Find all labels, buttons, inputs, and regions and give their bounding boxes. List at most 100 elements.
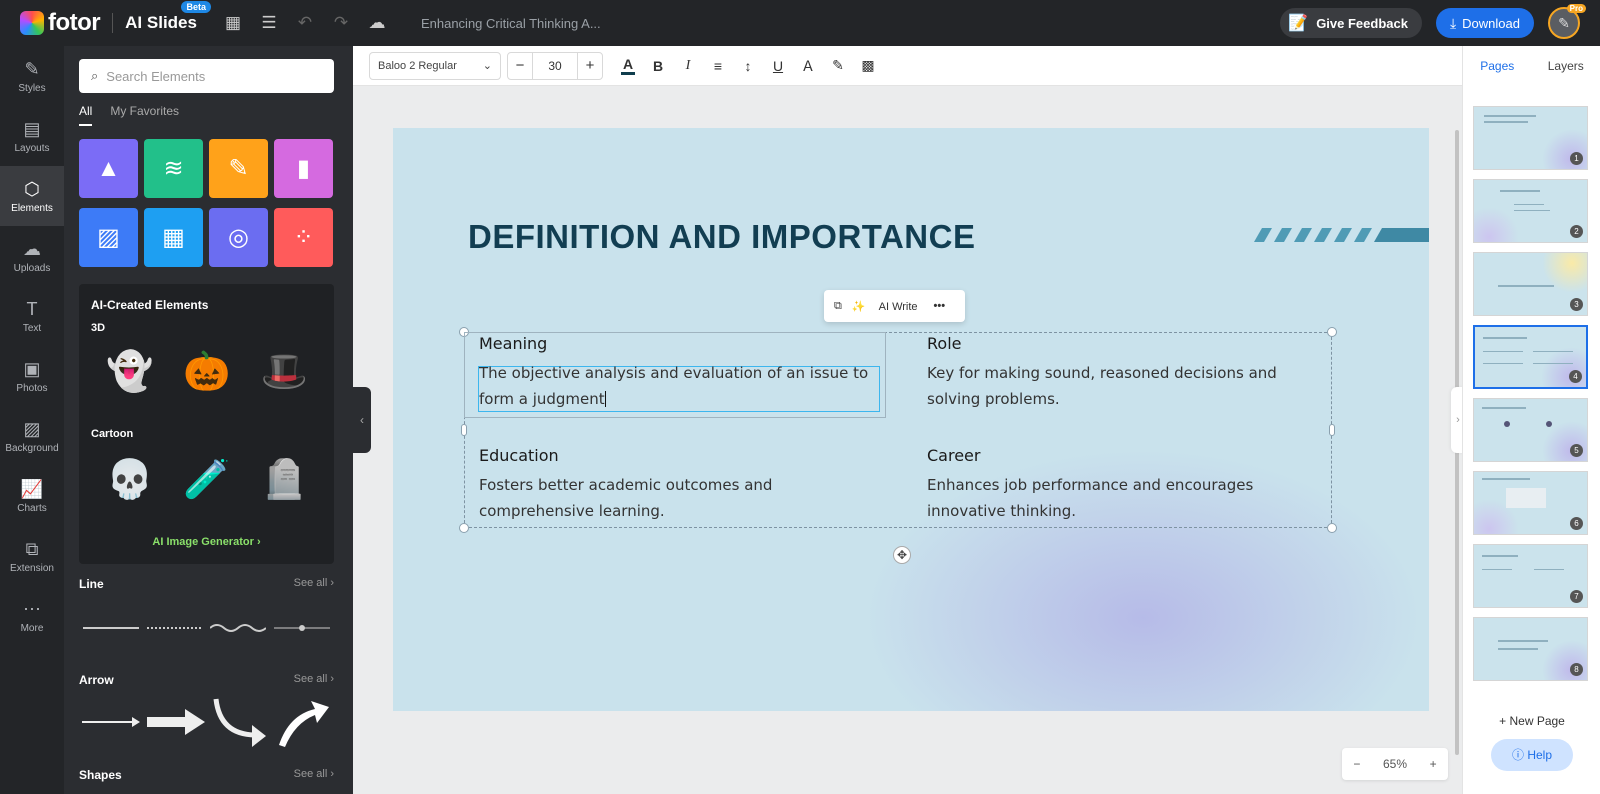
zoom-in-button[interactable]: + [1430, 757, 1437, 771]
potion-sticker[interactable]: 🧪 [179, 452, 235, 508]
skeleton-sticker[interactable]: 💀 [102, 452, 158, 508]
undo-icon[interactable]: ↶ [287, 0, 323, 46]
rail-item-uploads[interactable]: ☁ Uploads [0, 226, 64, 286]
ornament-line-sample[interactable] [274, 622, 331, 634]
edit-box-icon[interactable]: ⧉ [834, 300, 842, 313]
resize-handle[interactable] [1327, 327, 1337, 337]
curved-arrow-sample[interactable] [212, 695, 268, 749]
document-title[interactable]: Enhancing Critical Thinking A... [421, 16, 601, 31]
slide-canvas[interactable]: DEFINITION AND IMPORTANCE ⧉ ✨ AI Write •… [393, 128, 1429, 711]
text-color-button[interactable]: A [613, 56, 643, 75]
letter-case-icon[interactable]: Ａ [793, 56, 823, 76]
resize-handle[interactable] [1327, 523, 1337, 533]
line-spacing-icon[interactable]: ↕ [733, 58, 763, 74]
page-thumbnail[interactable]: 7 [1473, 544, 1588, 608]
item-body[interactable]: Key for making sound, reasoned decisions… [927, 360, 1317, 412]
pumpkin-sticker[interactable]: 🎃 [179, 344, 235, 400]
transparency-icon[interactable]: ▩ [853, 57, 883, 74]
help-button[interactable]: ⓘ Help [1491, 739, 1573, 771]
rail-item-text[interactable]: T Text [0, 286, 64, 346]
tab-layers[interactable]: Layers [1532, 46, 1600, 86]
zoom-level[interactable]: 65% [1383, 757, 1407, 771]
witch-hat-sticker[interactable]: 🎩 [256, 344, 312, 400]
icons-category-tile[interactable]: ▮ [274, 139, 333, 198]
text-styles-category-tile[interactable]: ≋ [144, 139, 203, 198]
rail-item-elements[interactable]: ⬡ Elements [0, 166, 64, 226]
search-elements-input[interactable]: ⌕ Search Elements [79, 59, 334, 93]
font-size-input[interactable]: 30 [532, 52, 578, 79]
patterns-category-tile[interactable]: ⁘ [274, 208, 333, 267]
thin-arrow-sample[interactable] [82, 712, 141, 732]
block-arrow-sample[interactable] [147, 709, 206, 735]
align-icon[interactable]: ≡ [703, 58, 733, 74]
shapes-category-tile[interactable]: ▲ [79, 139, 138, 198]
bold-button[interactable]: B [643, 58, 673, 74]
item-body[interactable]: Fosters better academic outcomes and com… [479, 472, 881, 524]
frames-category-tile[interactable]: ▦ [144, 208, 203, 267]
resize-handle[interactable] [461, 424, 467, 436]
fotor-logo[interactable]: fotor [20, 9, 101, 37]
line-see-all-link[interactable]: See all › [294, 577, 334, 591]
tab-pages[interactable]: Pages [1463, 46, 1532, 86]
item-body-editing[interactable]: The objective analysis and evaluation of… [479, 360, 881, 412]
cloud-save-icon[interactable]: ☁ [359, 0, 395, 46]
page-thumbnail[interactable]: 3 [1473, 252, 1588, 316]
zoom-out-button[interactable]: − [1353, 757, 1360, 771]
ai-write-button[interactable]: ✨ AI Write [852, 300, 918, 313]
download-button[interactable]: ⤓ Download [1435, 8, 1534, 38]
page-thumbnail[interactable]: 1 [1473, 106, 1588, 170]
highlight-icon[interactable]: ✎ [823, 57, 853, 74]
images-category-tile[interactable]: ▨ [79, 208, 138, 267]
item-heading[interactable]: Career [927, 446, 980, 465]
dotted-line-sample[interactable] [146, 622, 203, 634]
rail-item-layouts[interactable]: ▤ Layouts [0, 106, 64, 166]
increase-size-button[interactable]: + [578, 57, 602, 74]
rail-item-styles[interactable]: ✎ Styles [0, 46, 64, 106]
user-avatar[interactable]: ✎ Pro [1548, 4, 1586, 39]
rail-item-extension[interactable]: ⧉ Extension [0, 526, 64, 586]
shapes-see-all-link[interactable]: See all › [294, 768, 334, 782]
brush-category-tile[interactable]: ✎ [209, 139, 268, 198]
rail-label: Elements [11, 202, 53, 214]
redo-icon[interactable]: ↷ [323, 0, 359, 46]
panel-collapse-handle[interactable]: ‹ [353, 387, 371, 453]
item-heading[interactable]: Role [927, 334, 961, 353]
rail-item-photos[interactable]: ▣ Photos [0, 346, 64, 406]
apps-grid-icon[interactable]: ▦ [215, 0, 251, 46]
ai-image-generator-link[interactable]: AI Image Generator › [79, 536, 334, 548]
item-heading[interactable]: Education [479, 446, 559, 465]
resize-handle[interactable] [459, 523, 469, 533]
tombstone-sticker[interactable]: 🪦 [256, 452, 312, 508]
page-thumbnail[interactable]: 6 [1473, 471, 1588, 535]
page-thumbnail[interactable]: 5 [1473, 398, 1588, 462]
decrease-size-button[interactable]: − [508, 57, 532, 74]
tab-all[interactable]: All [79, 104, 93, 126]
font-family-select[interactable]: Baloo 2 Regular ⌄ [369, 51, 501, 80]
resize-handle[interactable] [1329, 424, 1335, 436]
item-heading[interactable]: Meaning [479, 334, 547, 353]
wavy-line-sample[interactable] [210, 622, 267, 634]
underline-button[interactable]: U [763, 58, 793, 74]
slide-title[interactable]: DEFINITION AND IMPORTANCE [468, 218, 975, 256]
page-thumbnail[interactable]: 2 [1473, 179, 1588, 243]
give-feedback-button[interactable]: 📝 Give Feedback [1280, 8, 1422, 38]
lines-icon: ≋ [163, 155, 184, 182]
item-body[interactable]: Enhances job performance and encourages … [927, 472, 1317, 524]
tab-my-favorites[interactable]: My Favorites [110, 104, 179, 126]
move-handle-icon[interactable]: ✥ [893, 546, 911, 564]
menu-icon[interactable]: ☰ [251, 0, 287, 46]
page-thumbnail[interactable]: 8 [1473, 617, 1588, 681]
solid-line-sample[interactable] [82, 622, 139, 634]
search-placeholder: Search Elements [106, 68, 206, 84]
sweep-arrow-sample[interactable] [275, 695, 331, 749]
new-page-button[interactable]: + New Page [1463, 714, 1600, 728]
more-options-icon[interactable]: ••• [934, 300, 946, 312]
rail-item-background[interactable]: ▨ Background [0, 406, 64, 466]
rail-item-charts[interactable]: 📈 Charts [0, 466, 64, 526]
page-thumbnail-active[interactable]: 4 [1473, 325, 1588, 389]
ghost-sticker[interactable]: 👻 [102, 344, 158, 400]
italic-button[interactable]: I [673, 58, 703, 74]
rail-item-more[interactable]: ⋯ More [0, 586, 64, 646]
masks-category-tile[interactable]: ◎ [209, 208, 268, 267]
arrow-see-all-link[interactable]: See all › [294, 673, 334, 687]
